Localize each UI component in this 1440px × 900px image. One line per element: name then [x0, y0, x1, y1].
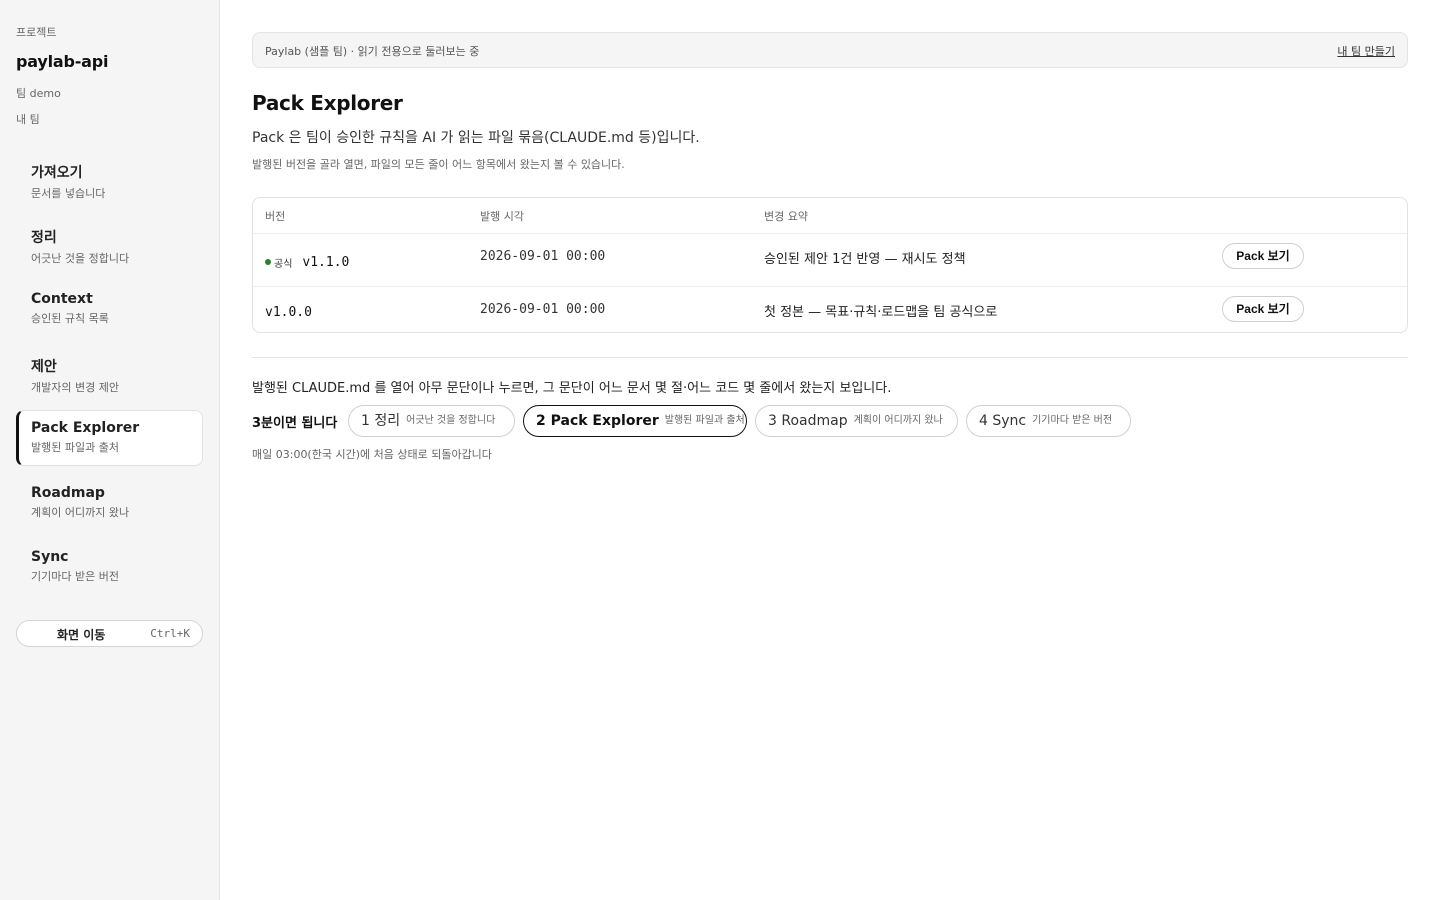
command-palette-button[interactable]: 화면 이동 Ctrl+K [16, 620, 203, 647]
sidebar-item-subtitle: 계획이 어디까지 왔나 [31, 506, 130, 519]
command-palette-label: 화면 이동 [57, 628, 106, 642]
page-subdescription: 발행된 버전을 골라 열면, 파일의 모든 줄이 어느 항목에서 왔는지 볼 수… [252, 158, 625, 171]
readonly-banner: Paylab (샘플 팀) · 읽기 전용으로 둘러보는 중 내 팀 만들기 [252, 32, 1408, 68]
sidebar-item-subtitle: 기기마다 받은 버전 [31, 570, 119, 583]
project-eyebrow: 프로젝트 [16, 26, 57, 39]
tour-step-subtitle: 기기마다 받은 버전 [1032, 415, 1113, 426]
version-cell: v1.0.0 [265, 302, 312, 321]
page-title: Pack Explorer [252, 91, 403, 115]
sidebar-item-import[interactable]: 가져오기 문서를 넣습니다 [16, 153, 203, 209]
summary-cell: 승인된 제안 1건 반영 — 재시도 정책 [764, 252, 966, 267]
sidebar-item-title: Roadmap [31, 485, 105, 501]
tour-step-subtitle: 발행된 파일과 출처 [664, 415, 745, 426]
page-description: Pack 은 팀이 승인한 규칙을 AI 가 읽는 파일 묶음(CLAUDE.m… [252, 130, 700, 146]
sidebar-item-roadmap[interactable]: Roadmap 계획이 어디까지 왔나 [16, 476, 203, 532]
view-pack-button[interactable]: Pack 보기 [1222, 243, 1304, 269]
published-at-cell: 2026-09-01 00:00 [480, 302, 606, 317]
sidebar-item-pack-explorer[interactable]: Pack Explorer 발행된 파일과 출처 [16, 410, 203, 466]
create-team-link[interactable]: 내 팀 만들기 [1337, 43, 1395, 59]
tour-step-subtitle: 어긋난 것을 정합니다 [406, 415, 496, 426]
summary-cell: 첫 정본 — 목표·규칙·로드맵을 팀 공식으로 [764, 305, 998, 320]
sidebar-item-proposals[interactable]: 제안 개발자의 변경 제안 [16, 347, 203, 403]
team-label[interactable]: 팀 demo [16, 85, 61, 101]
project-name[interactable]: paylab-api [16, 52, 109, 71]
sidebar-item-context[interactable]: Context 승인된 규칙 목록 [16, 282, 203, 338]
tour-step-pack-explorer[interactable]: 2 Pack Explorer 발행된 파일과 출처 [523, 405, 747, 437]
official-status-dot [265, 258, 271, 265]
sidebar-item-title: 정리 [31, 230, 57, 246]
sidebar-item-reconcile[interactable]: 정리 어긋난 것을 정합니다 [16, 218, 203, 274]
explorer-hint: 발행된 CLAUDE.md 를 열어 아무 문단이나 누르면, 그 문단이 어느… [252, 381, 892, 396]
my-team-link[interactable]: 내 팀 [16, 111, 40, 127]
tour-step-subtitle: 계획이 어디까지 왔나 [853, 415, 943, 426]
published-at-cell: 2026-09-01 00:00 [480, 249, 606, 264]
table-row[interactable]: 공식 v1.1.0 2026-09-01 00:00 승인된 제안 1건 반영 —… [253, 233, 1407, 286]
sidebar-item-subtitle: 승인된 규칙 목록 [31, 312, 109, 325]
reset-note: 매일 03:00(한국 시간)에 처음 상태로 되돌아갑니다 [252, 448, 492, 461]
sidebar-item-title: Context [31, 291, 93, 307]
section-divider [252, 357, 1408, 358]
sidebar-item-subtitle: 개발자의 변경 제안 [31, 381, 119, 394]
banner-text: Paylab (샘플 팀) · 읽기 전용으로 둘러보는 중 [265, 45, 480, 58]
tour-step-reconcile[interactable]: 1 정리 어긋난 것을 정합니다 [348, 405, 515, 437]
column-header-summary: 변경 요약 [764, 210, 808, 223]
sidebar-item-title: 제안 [31, 359, 57, 375]
sidebar-item-title: 가져오기 [31, 165, 83, 181]
column-header-version: 버전 [265, 210, 286, 223]
tour-step-sync[interactable]: 4 Sync 기기마다 받은 버전 [966, 405, 1131, 437]
version-label: v1.1.0 [302, 255, 350, 270]
tour-step-title: 1 정리 [361, 413, 401, 429]
sidebar-item-title: Pack Explorer [31, 420, 140, 436]
sidebar-item-subtitle: 문서를 넣습니다 [31, 187, 106, 200]
sidebar-item-title: Sync [31, 549, 69, 565]
tour-step-title: 2 Pack Explorer [536, 413, 659, 429]
version-cell: 공식 v1.1.0 [265, 252, 349, 271]
sidebar-item-subtitle: 어긋난 것을 정합니다 [31, 252, 130, 265]
column-header-published-at: 발행 시각 [480, 210, 524, 223]
tour-label: 3분이면 됩니다 [252, 416, 338, 431]
status-badge: 공식 [274, 259, 293, 270]
view-pack-button[interactable]: Pack 보기 [1222, 296, 1304, 322]
pack-versions-table: 버전 발행 시각 변경 요약 공식 v1.1.0 2026-09-01 00:00… [252, 197, 1408, 333]
version-label: v1.0.0 [265, 305, 312, 320]
tour-step-title: 3 Roadmap [768, 413, 848, 429]
sidebar: 프로젝트 paylab-api 팀 demo 내 팀 가져오기 문서를 넣습니다… [0, 0, 220, 900]
tour-step-roadmap[interactable]: 3 Roadmap 계획이 어디까지 왔나 [755, 405, 958, 437]
tour-step-title: 4 Sync [979, 413, 1027, 429]
table-row[interactable]: v1.0.0 2026-09-01 00:00 첫 정본 — 목표·규칙·로드맵… [253, 286, 1407, 332]
sidebar-item-subtitle: 발행된 파일과 출처 [31, 441, 119, 454]
command-palette-shortcut: Ctrl+K [150, 627, 190, 640]
sidebar-item-sync[interactable]: Sync 기기마다 받은 버전 [16, 540, 203, 596]
